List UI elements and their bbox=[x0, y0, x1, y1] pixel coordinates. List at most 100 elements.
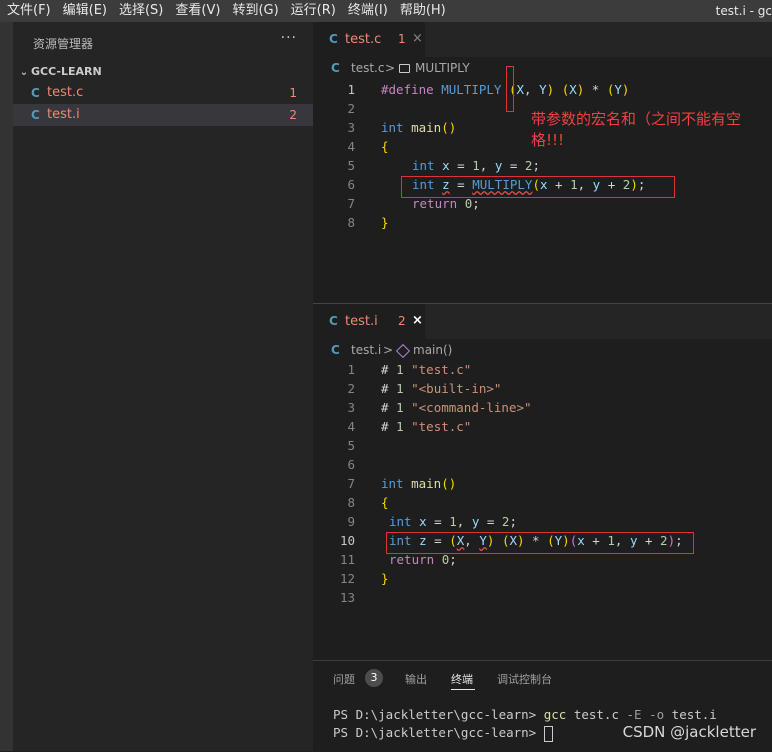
close-icon[interactable]: × bbox=[412, 31, 423, 46]
line-number: 1 bbox=[347, 82, 355, 97]
menu-go[interactable]: 转到(G) bbox=[226, 0, 284, 22]
activity-bar bbox=[0, 22, 13, 751]
window-title: test.i - gc bbox=[715, 4, 772, 18]
c-file-icon: C bbox=[31, 108, 40, 122]
tab-problem-count: 2 bbox=[398, 314, 406, 328]
menu-bar: 文件(F) 编辑(E) 选择(S) 查看(V) 转到(G) 运行(R) 终端(I… bbox=[0, 0, 772, 22]
active-tab-indicator bbox=[451, 689, 475, 690]
tab-bar: C test.c 1 × bbox=[313, 22, 772, 57]
tab-terminal[interactable]: 终端 bbox=[451, 671, 473, 687]
line-number: 9 bbox=[347, 514, 355, 529]
code-line: 2 # 1 "<built-in>" bbox=[313, 379, 772, 398]
annotation-highlight-line6 bbox=[401, 176, 675, 198]
c-file-icon: C bbox=[329, 314, 338, 328]
code-line: 6 bbox=[313, 455, 772, 474]
code-line: 12} bbox=[313, 569, 772, 588]
tab-problems[interactable]: 问题 bbox=[333, 671, 355, 687]
menu-file[interactable]: 文件(F) bbox=[0, 0, 57, 22]
line-number: 8 bbox=[347, 215, 355, 230]
close-icon[interactable]: × bbox=[412, 313, 423, 328]
line-content: int main() bbox=[381, 120, 457, 135]
editor-group-top: C test.c 1 × C test.c > MULTIPLY 1 #defin… bbox=[313, 22, 772, 303]
line-number: 5 bbox=[347, 158, 355, 173]
menu-terminal[interactable]: 终端(I) bbox=[342, 0, 394, 22]
code-line: 13 bbox=[313, 588, 772, 607]
code-line: 8} bbox=[313, 213, 772, 232]
code-line: 7 int main() bbox=[313, 474, 772, 493]
chevron-down-icon: ⌄ bbox=[19, 67, 29, 78]
problems-count-badge: 3 bbox=[365, 669, 383, 687]
tab-label: test.c bbox=[345, 32, 382, 47]
code-line: 4 # 1 "test.c" bbox=[313, 417, 772, 436]
line-number: 13 bbox=[339, 590, 355, 605]
tab-test-c[interactable]: C test.c 1 × bbox=[313, 22, 425, 57]
breadcrumb-file[interactable]: test.c bbox=[351, 57, 384, 79]
annotation-note-line2: 格!!! bbox=[531, 131, 565, 149]
terminal-cursor bbox=[543, 725, 553, 742]
line-content: int x = 1, y = 2; bbox=[412, 158, 540, 173]
breadcrumb-file[interactable]: test.i bbox=[351, 339, 381, 361]
file-name: test.c bbox=[47, 85, 84, 100]
code-line: 8{ bbox=[313, 493, 772, 512]
line-content: # 1 "test.c" bbox=[381, 362, 472, 377]
symbol-constant-icon bbox=[399, 57, 410, 79]
line-number: 3 bbox=[347, 400, 355, 415]
explorer-sidebar: 资源管理器 ··· ⌄ GCC-LEARN C test.c 1 C test.i… bbox=[13, 22, 313, 751]
line-content: int x = 1, y = 2; bbox=[389, 514, 517, 529]
line-content: { bbox=[381, 495, 389, 510]
line-number: 6 bbox=[347, 177, 355, 192]
c-file-icon: C bbox=[331, 61, 340, 75]
code-editor-bottom[interactable]: 1 # 1 "test.c" 2 # 1 "<built-in>" 3 # 1 "<c… bbox=[313, 360, 772, 660]
code-line: 1 #define MULTIPLY (X, Y) (X) * (Y) bbox=[313, 80, 772, 99]
breadcrumb: C test.i > main() bbox=[313, 339, 772, 361]
menu-view[interactable]: 查看(V) bbox=[169, 0, 226, 22]
line-number: 1 bbox=[347, 362, 355, 377]
tab-problem-count: 1 bbox=[398, 32, 406, 46]
menu-help[interactable]: 帮助(H) bbox=[394, 0, 452, 22]
breadcrumb-symbol[interactable]: MULTIPLY bbox=[415, 57, 470, 79]
c-file-icon: C bbox=[31, 86, 40, 100]
folder-label: GCC-LEARN bbox=[31, 65, 102, 78]
editor-group-bottom: C test.i 2 × C test.i > main() 1 # 1 "tes… bbox=[313, 304, 772, 660]
tab-debug-console[interactable]: 调试控制台 bbox=[497, 671, 552, 687]
c-file-icon: C bbox=[331, 343, 340, 357]
menu-edit[interactable]: 编辑(E) bbox=[57, 0, 113, 22]
line-number: 2 bbox=[347, 101, 355, 116]
code-line: 5 bbox=[313, 436, 772, 455]
menu-selection[interactable]: 选择(S) bbox=[113, 0, 169, 22]
more-actions-icon[interactable]: ··· bbox=[281, 30, 297, 46]
annotation-highlight-line10 bbox=[386, 532, 694, 554]
line-number: 7 bbox=[347, 196, 355, 211]
breadcrumb-separator: > bbox=[383, 343, 394, 357]
file-item-test-c[interactable]: C test.c 1 bbox=[13, 82, 313, 104]
line-content: } bbox=[381, 571, 389, 586]
c-file-icon: C bbox=[329, 32, 338, 46]
line-number: 6 bbox=[347, 457, 355, 472]
line-content: # 1 "test.c" bbox=[381, 419, 472, 434]
tab-test-i[interactable]: C test.i 2 × bbox=[313, 304, 425, 339]
problem-count-badge: 1 bbox=[289, 86, 297, 100]
line-content: # 1 "<command-line>" bbox=[381, 400, 532, 415]
line-number: 8 bbox=[347, 495, 355, 510]
menu-run[interactable]: 运行(R) bbox=[285, 0, 342, 22]
file-item-test-i[interactable]: C test.i 2 bbox=[13, 104, 313, 126]
line-number: 5 bbox=[347, 438, 355, 453]
breadcrumb-symbol[interactable]: main() bbox=[413, 339, 452, 361]
file-name: test.i bbox=[47, 107, 80, 122]
line-number: 4 bbox=[347, 139, 355, 154]
code-line: 5 int x = 1, y = 2; bbox=[313, 156, 772, 175]
line-number: 7 bbox=[347, 476, 355, 491]
line-content: { bbox=[381, 139, 389, 154]
tab-output[interactable]: 输出 bbox=[405, 671, 427, 687]
breadcrumb: C test.c > MULTIPLY bbox=[313, 57, 772, 79]
tab-label: test.i bbox=[345, 314, 378, 329]
line-content: } bbox=[381, 215, 389, 230]
breadcrumb-separator: > bbox=[385, 61, 396, 75]
explorer-title: 资源管理器 bbox=[33, 37, 94, 51]
terminal-line[interactable]: PS D:\jackletter\gcc-learn> gcc test.c -… bbox=[333, 707, 717, 722]
annotation-highlight-space bbox=[506, 66, 514, 112]
line-number: 12 bbox=[339, 571, 355, 586]
terminal-line[interactable]: PS D:\jackletter\gcc-learn> bbox=[333, 725, 553, 742]
line-number: 3 bbox=[347, 120, 355, 135]
folder-gcc-learn[interactable]: ⌄ GCC-LEARN bbox=[13, 62, 313, 82]
